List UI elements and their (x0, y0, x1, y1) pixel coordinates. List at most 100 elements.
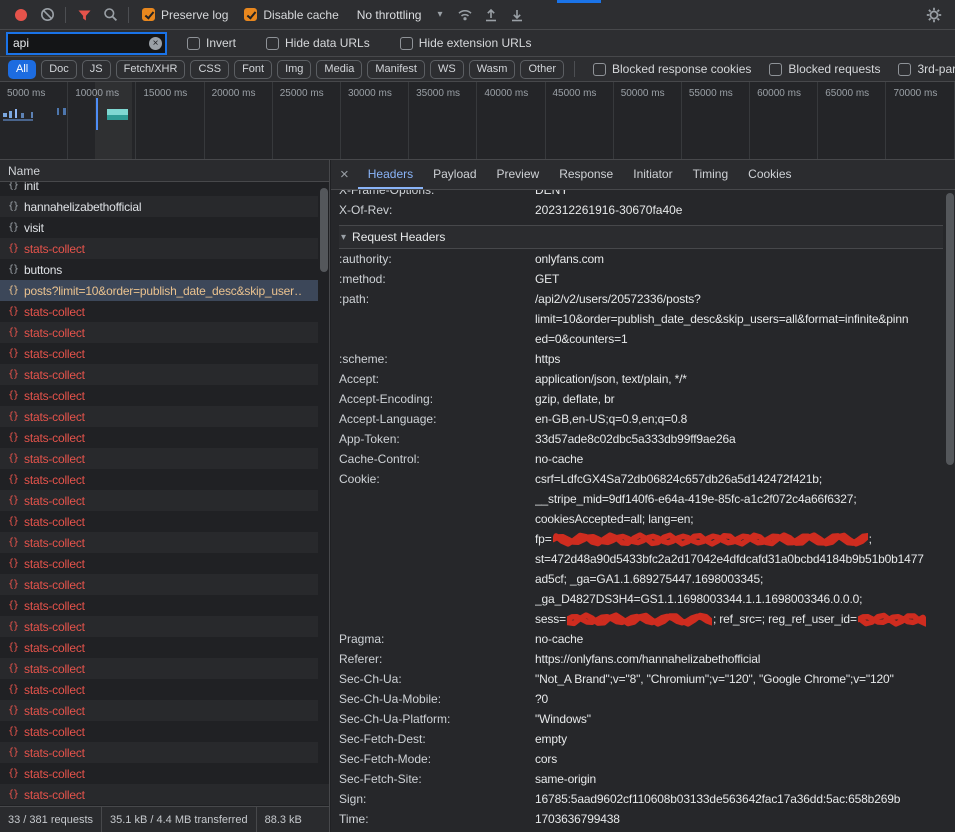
header-name: App-Token: (339, 429, 535, 449)
type-filter-img[interactable]: Img (277, 60, 311, 79)
braces-icon: {} (8, 453, 18, 464)
tab-initiator[interactable]: Initiator (623, 160, 682, 189)
hide-data-urls-checkbox[interactable]: Hide data URLs (266, 36, 370, 50)
header-value-line: https://onlyfans.com/hannahelizabethoffi… (535, 649, 943, 669)
header-value-text: gzip, deflate, br (535, 392, 615, 406)
type-filter-doc[interactable]: Doc (41, 60, 77, 79)
filter-funnel-icon (77, 8, 92, 22)
header-value-line: cors (535, 749, 943, 769)
details-scrollbar[interactable] (944, 190, 955, 832)
request-row[interactable]: {}stats-collect (0, 637, 329, 658)
request-row[interactable]: {}stats-collect (0, 238, 329, 259)
header-value-line: 16785:5aad9602cf110608b03133de563642fac1… (535, 789, 943, 809)
search-button[interactable] (97, 2, 123, 28)
request-row[interactable]: {}stats-collect (0, 343, 329, 364)
type-filter-wasm[interactable]: Wasm (469, 60, 516, 79)
type-filter-all[interactable]: All (8, 60, 36, 79)
export-har-button[interactable] (504, 2, 530, 28)
braces-icon: {} (8, 537, 18, 548)
request-row[interactable]: {}stats-collect (0, 364, 329, 385)
import-har-button[interactable] (478, 2, 504, 28)
clear-button[interactable] (34, 2, 60, 28)
type-filter-media[interactable]: Media (316, 60, 362, 79)
close-icon[interactable]: × (331, 166, 358, 183)
request-row[interactable]: {}stats-collect (0, 406, 329, 427)
request-name: stats-collect (24, 662, 85, 676)
filter-input[interactable] (8, 34, 165, 53)
type-filter-manifest[interactable]: Manifest (367, 60, 425, 79)
header-name: Accept-Language: (339, 409, 535, 429)
tab-cookies[interactable]: Cookies (738, 160, 801, 189)
request-row[interactable]: {}stats-collect (0, 742, 329, 763)
type-filter-css[interactable]: CSS (190, 60, 229, 79)
request-headers-section-header[interactable]: ▾ Request Headers (339, 225, 943, 249)
settings-gear-button[interactable] (921, 2, 947, 28)
network-overview[interactable]: 5000 ms10000 ms15000 ms20000 ms25000 ms3… (0, 82, 955, 160)
disable-cache-checkbox[interactable]: Disable cache (244, 8, 338, 22)
request-row[interactable]: {}stats-collect (0, 616, 329, 637)
advanced-filter-checkbox[interactable]: Blocked response cookies (593, 62, 751, 76)
request-row[interactable]: {}buttons (0, 259, 329, 280)
request-row[interactable]: {}stats-collect (0, 448, 329, 469)
request-name: stats-collect (24, 326, 85, 340)
braces-icon: {} (8, 474, 18, 485)
scrollbar-thumb[interactable] (946, 193, 954, 465)
request-row[interactable]: {}stats-collect (0, 469, 329, 490)
name-column-header[interactable]: Name (0, 160, 329, 182)
scrollbar-thumb[interactable] (320, 188, 328, 272)
header-value: DENY (535, 190, 943, 200)
request-row[interactable]: {}stats-collect (0, 427, 329, 448)
header-row: Time:1703636799438 (339, 809, 943, 829)
filter-toggle-button[interactable] (71, 2, 97, 28)
type-filter-bar: All Doc JS Fetch/XHRCSS Font Img Media Manifest… (0, 57, 955, 82)
preserve-log-checkbox[interactable]: Preserve log (142, 8, 228, 22)
network-conditions-button[interactable] (452, 2, 478, 28)
request-row[interactable]: {}init (0, 182, 329, 196)
request-list-scrollbar[interactable] (318, 183, 329, 780)
request-row[interactable]: {}stats-collect (0, 322, 329, 343)
tab-payload[interactable]: Payload (423, 160, 486, 189)
request-row[interactable]: {}stats-collect (0, 385, 329, 406)
request-row[interactable]: {}stats-collect (0, 763, 329, 784)
request-row[interactable]: {}visit (0, 217, 329, 238)
request-row[interactable]: {}stats-collect (0, 301, 329, 322)
request-row[interactable]: {}hannahelizabethofficial (0, 196, 329, 217)
request-row[interactable]: {}stats-collect (0, 574, 329, 595)
tab-headers[interactable]: Headers (358, 160, 423, 189)
tab-response[interactable]: Response (549, 160, 623, 189)
header-value: empty (535, 729, 943, 749)
toolbar-divider (65, 7, 66, 23)
type-filter-js[interactable]: JS (82, 60, 111, 79)
tab-timing[interactable]: Timing (683, 160, 739, 189)
record-button[interactable] (8, 2, 34, 28)
hide-extension-urls-checkbox[interactable]: Hide extension URLs (400, 36, 532, 50)
request-row[interactable]: {}posts?limit=10&order=publish_date_desc… (0, 280, 329, 301)
type-filter-row: All Doc JS Fetch/XHRCSS Font Img Media Manifest… (8, 60, 564, 79)
request-row[interactable]: {}stats-collect (0, 490, 329, 511)
type-filter-font[interactable]: Font (234, 60, 272, 79)
request-row[interactable]: {}stats-collect (0, 700, 329, 721)
request-name: stats-collect (24, 746, 85, 760)
request-row[interactable]: {}stats-collect (0, 721, 329, 742)
filter-bar: × Invert Hide data URLs Hide extension U… (0, 30, 955, 57)
throttling-dropdown[interactable]: No throttling ▾ (357, 8, 443, 22)
braces-icon: {} (8, 306, 18, 317)
request-row[interactable]: {}stats-collect (0, 679, 329, 700)
tab-preview[interactable]: Preview (487, 160, 550, 189)
clear-filter-icon[interactable]: × (149, 37, 162, 50)
request-row[interactable]: {}stats-collect (0, 511, 329, 532)
advanced-filter-checkbox[interactable]: Blocked requests (769, 62, 880, 76)
invert-checkbox[interactable]: Invert (187, 36, 236, 50)
request-row[interactable]: {}stats-collect (0, 784, 329, 805)
header-name: :method: (339, 269, 535, 289)
request-name: stats-collect (24, 788, 85, 802)
advanced-filter-checkbox[interactable]: 3rd-party requests (898, 62, 955, 76)
request-row[interactable]: {}stats-collect (0, 553, 329, 574)
type-filter-fetchxhr[interactable]: Fetch/XHR (116, 60, 186, 79)
type-filter-ws[interactable]: WS (430, 60, 464, 79)
request-row[interactable]: {}stats-collect (0, 532, 329, 553)
type-filter-other[interactable]: Other (520, 60, 564, 79)
request-row[interactable]: {}stats-collect (0, 595, 329, 616)
section-title: Request Headers (352, 230, 445, 244)
request-row[interactable]: {}stats-collect (0, 658, 329, 679)
